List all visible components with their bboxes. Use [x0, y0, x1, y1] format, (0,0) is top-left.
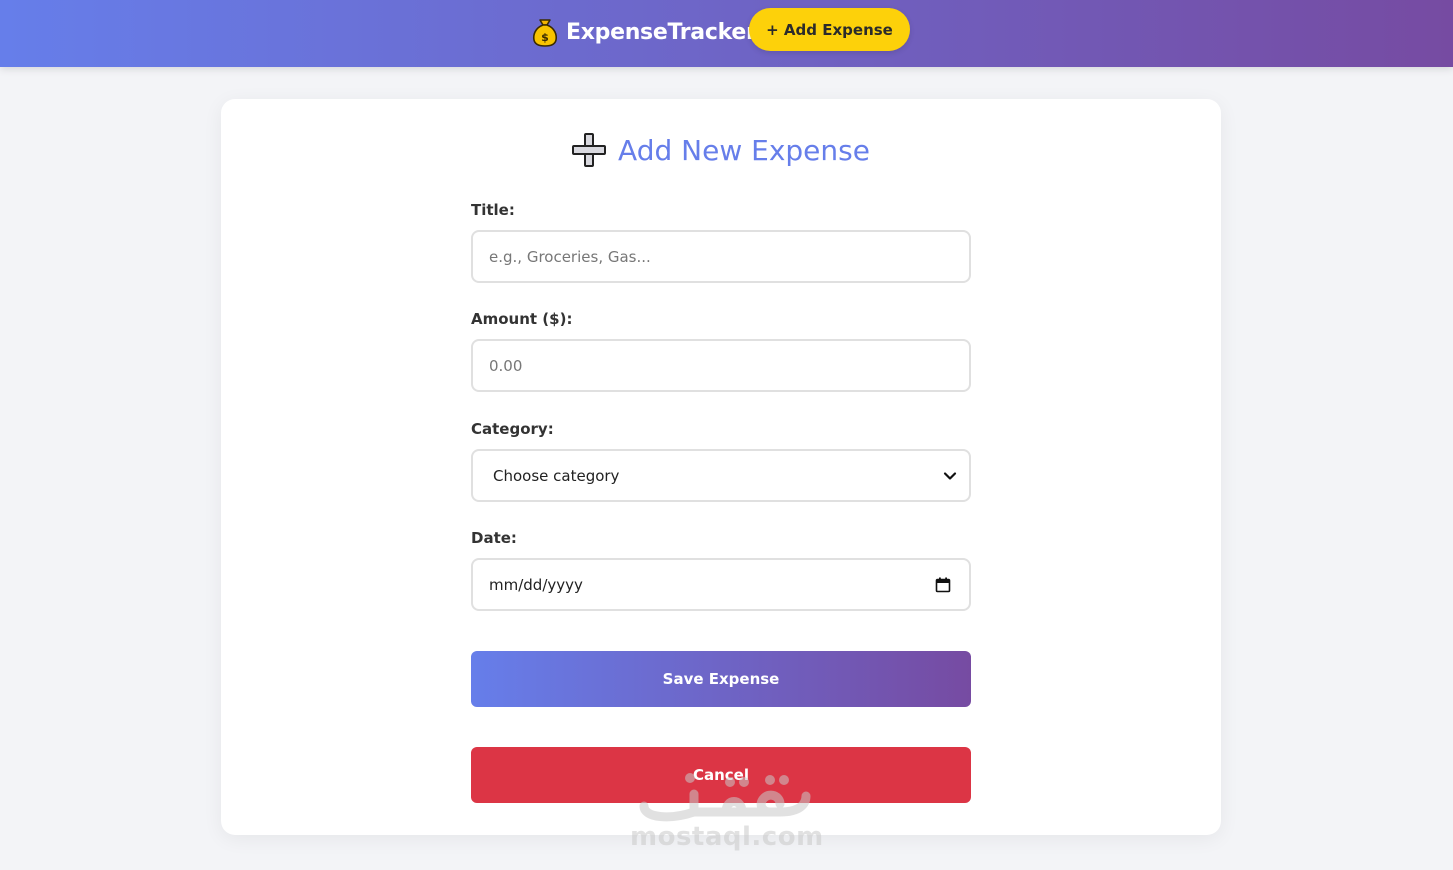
- add-expense-card: Add New Expense Title: Amount ($): Categ…: [221, 99, 1221, 835]
- navbar: $ ExpenseTracker + Add Expense: [0, 0, 1453, 67]
- date-value: mm/dd/yyyy: [489, 575, 583, 594]
- category-label: Category:: [471, 420, 554, 438]
- brand[interactable]: $ ExpenseTracker: [532, 16, 757, 48]
- title-input[interactable]: [471, 230, 971, 283]
- brand-name: ExpenseTracker: [566, 19, 757, 45]
- amount-input[interactable]: [471, 339, 971, 392]
- category-select[interactable]: Choose category: [471, 449, 971, 502]
- date-input[interactable]: mm/dd/yyyy: [471, 558, 971, 611]
- chevron-down-icon: [943, 471, 957, 480]
- category-selected-value: Choose category: [493, 466, 620, 485]
- calendar-icon[interactable]: [935, 577, 951, 593]
- add-expense-nav-button[interactable]: + Add Expense: [749, 8, 910, 51]
- plus-icon: [572, 133, 607, 167]
- date-label: Date:: [471, 529, 517, 547]
- money-bag-icon: $: [532, 19, 558, 47]
- amount-label: Amount ($):: [471, 310, 573, 328]
- form-heading: Add New Expense: [221, 129, 1221, 171]
- svg-text:$: $: [541, 31, 549, 44]
- page-title: Add New Expense: [618, 133, 870, 167]
- save-expense-button[interactable]: Save Expense: [471, 651, 971, 707]
- cancel-button[interactable]: Cancel: [471, 747, 971, 803]
- title-label: Title:: [471, 201, 515, 219]
